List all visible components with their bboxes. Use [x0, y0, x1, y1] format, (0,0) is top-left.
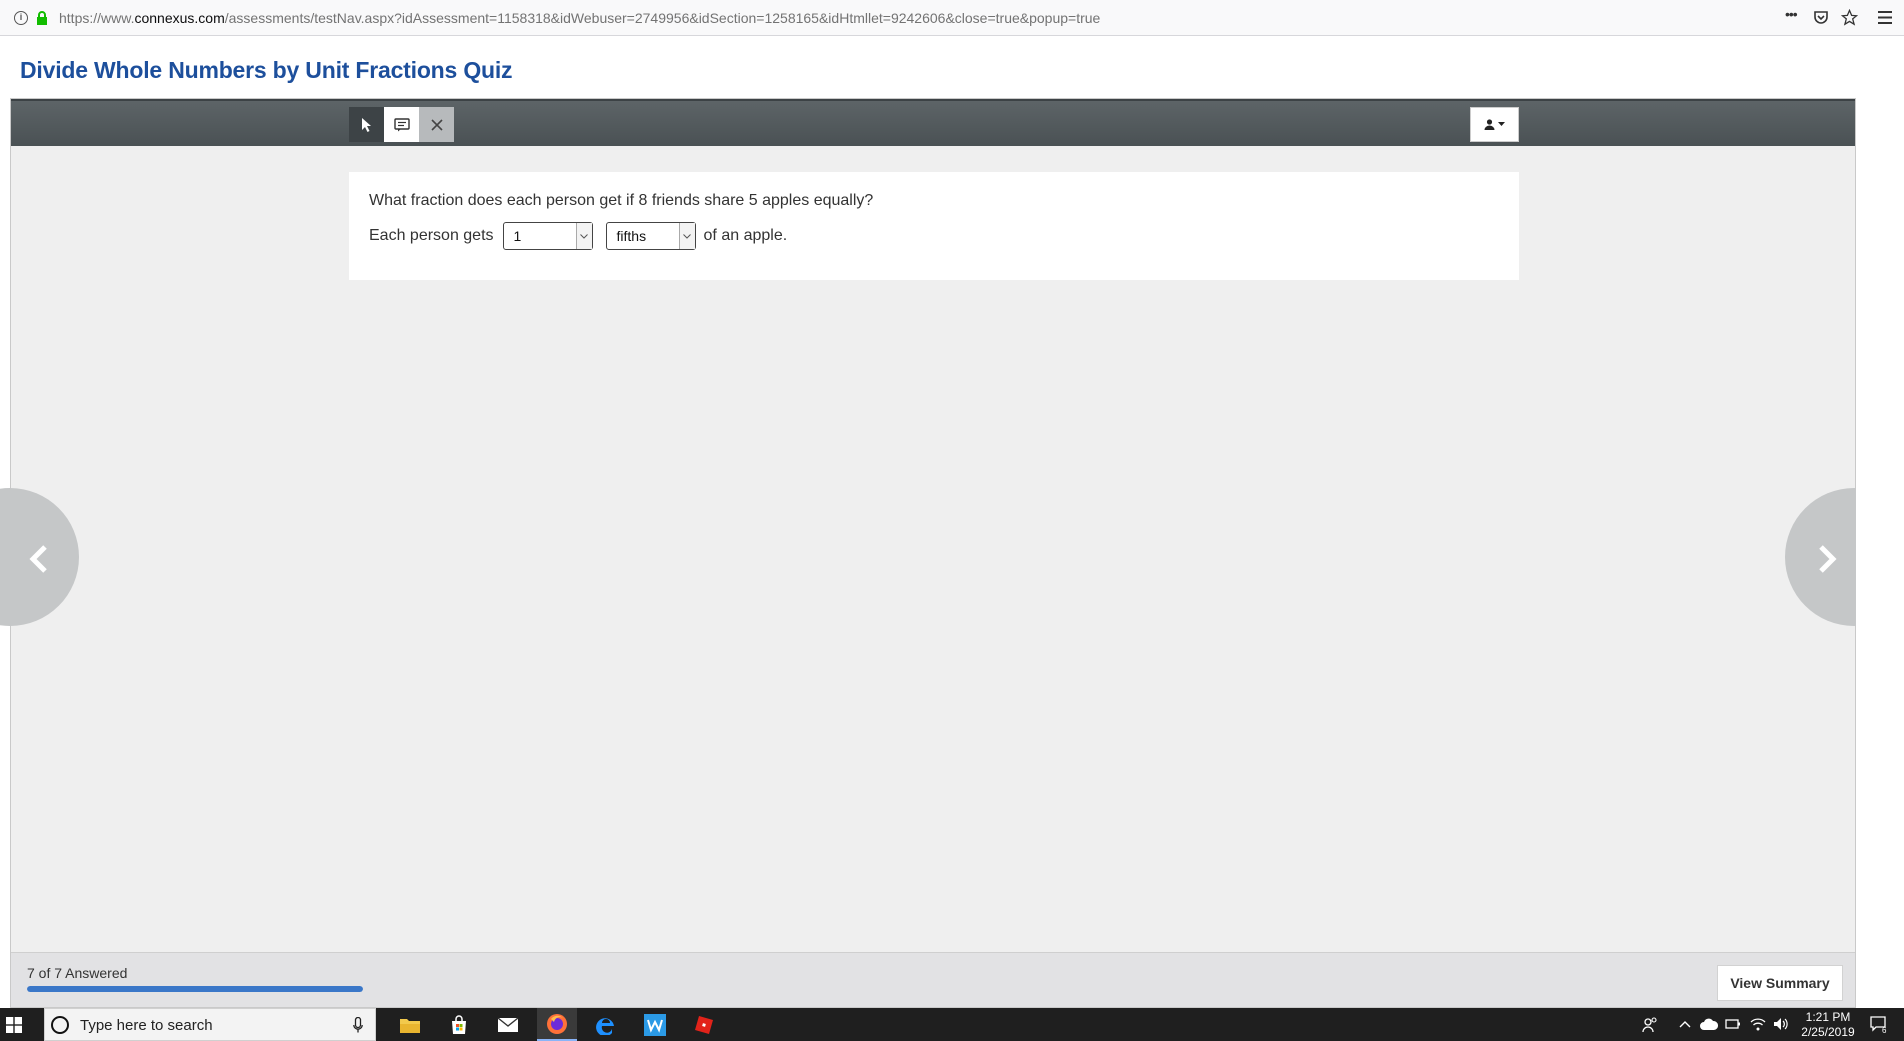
- firefox-taskbar-button[interactable]: [537, 1008, 577, 1041]
- progress-label: 7 of 7 Answered: [27, 965, 128, 981]
- close-tool-button[interactable]: [419, 107, 454, 142]
- taskbar-search-placeholder: Type here to search: [80, 1017, 213, 1034]
- address-bar-url[interactable]: https://www.connexus.com/assessments/tes…: [59, 10, 1100, 26]
- numerator-select[interactable]: 1: [502, 222, 593, 250]
- roblox-icon: [695, 1015, 713, 1034]
- onedrive-icon[interactable]: [1700, 1017, 1718, 1031]
- denominator-select[interactable]: fifths: [605, 222, 696, 250]
- action-center-icon[interactable]: 6: [1870, 1016, 1890, 1034]
- assessment-frame: What fraction does each person get if 8 …: [0, 98, 1904, 1008]
- bookmark-star-icon[interactable]: [1841, 9, 1858, 26]
- user-icon: [1484, 119, 1495, 130]
- clock-time: 1:21 PM: [1805, 1010, 1851, 1024]
- windows-start-icon[interactable]: [6, 1017, 22, 1033]
- lock-icon[interactable]: [36, 11, 48, 25]
- edge-icon: [596, 1017, 614, 1035]
- edge-taskbar-button[interactable]: [586, 1008, 626, 1041]
- store-taskbar-button[interactable]: [439, 1008, 479, 1041]
- page-margin: [1856, 98, 1904, 1008]
- view-summary-button[interactable]: View Summary: [1717, 965, 1843, 1001]
- notes-tool-button[interactable]: [384, 107, 419, 142]
- word-icon: [644, 1013, 666, 1036]
- search-icon: [51, 1016, 69, 1034]
- roblox-taskbar-button[interactable]: [684, 1008, 724, 1041]
- chevron-left-icon: [29, 545, 47, 573]
- taskbar-search-box[interactable]: Type here to search: [44, 1008, 376, 1041]
- answer-suffix: of an apple.: [703, 227, 788, 244]
- chevron-up-icon[interactable]: [1679, 1020, 1691, 1028]
- windows-taskbar: Type here to search 1:21 PM 2/25/2019 6: [0, 1008, 1904, 1041]
- question-area: What fraction does each person get if 8 …: [0, 146, 1904, 952]
- firefox-icon: [547, 1013, 567, 1034]
- user-menu-button[interactable]: [1470, 107, 1519, 142]
- people-icon[interactable]: [1642, 1017, 1658, 1033]
- notes-tool-icon: [393, 117, 410, 131]
- page-actions-menu-icon[interactable]: •••: [1785, 6, 1798, 22]
- store-icon: [452, 1014, 466, 1034]
- pointer-tool-icon: [361, 117, 371, 132]
- mail-icon: [497, 1016, 519, 1032]
- pointer-tool-button[interactable]: [349, 107, 384, 142]
- hamburger-menu-icon[interactable]: [1878, 11, 1892, 24]
- question-card: What fraction does each person get if 8 …: [349, 172, 1519, 280]
- answer-row: Each person gets 1 fifths of an apple.: [369, 222, 787, 250]
- wifi-icon[interactable]: [1750, 1017, 1766, 1031]
- previous-question-button[interactable]: [0, 488, 79, 626]
- answer-prefix: Each person gets: [369, 227, 494, 244]
- page-title: Divide Whole Numbers by Unit Fractions Q…: [20, 57, 513, 83]
- progress-bar: [27, 986, 363, 992]
- browser-url-bar: i https://www.connexus.com/assessments/t…: [0, 0, 1904, 36]
- volume-icon[interactable]: [1773, 1017, 1789, 1031]
- mail-taskbar-button[interactable]: [488, 1008, 528, 1041]
- file-explorer-taskbar-button[interactable]: [390, 1008, 430, 1041]
- clock-date: 2/25/2019: [1801, 1025, 1855, 1039]
- caret-down-icon: [1498, 122, 1505, 126]
- chevron-down-icon: [575, 223, 592, 249]
- numerator-select-value: 1: [513, 228, 522, 244]
- file-explorer-icon: [400, 1018, 420, 1033]
- word-taskbar-button[interactable]: [635, 1008, 675, 1041]
- pocket-icon[interactable]: [1813, 10, 1829, 26]
- chevron-right-icon: [1819, 545, 1837, 573]
- denominator-select-value: fifths: [616, 228, 647, 244]
- taskbar-clock[interactable]: 1:21 PM 2/25/2019: [1796, 1010, 1860, 1040]
- progress-bar-fill: [27, 986, 363, 992]
- chevron-down-icon: [678, 223, 695, 249]
- question-prompt: What fraction does each person get if 8 …: [369, 192, 874, 209]
- battery-icon[interactable]: [1725, 1017, 1741, 1031]
- microphone-icon[interactable]: [353, 1017, 363, 1033]
- assessment-toolbar: [11, 99, 1855, 146]
- info-icon[interactable]: i: [14, 11, 28, 25]
- assessment-footer: 7 of 7 Answered View Summary: [11, 952, 1855, 1007]
- notification-count: 6: [1882, 1026, 1887, 1034]
- close-tool-icon: [430, 118, 443, 131]
